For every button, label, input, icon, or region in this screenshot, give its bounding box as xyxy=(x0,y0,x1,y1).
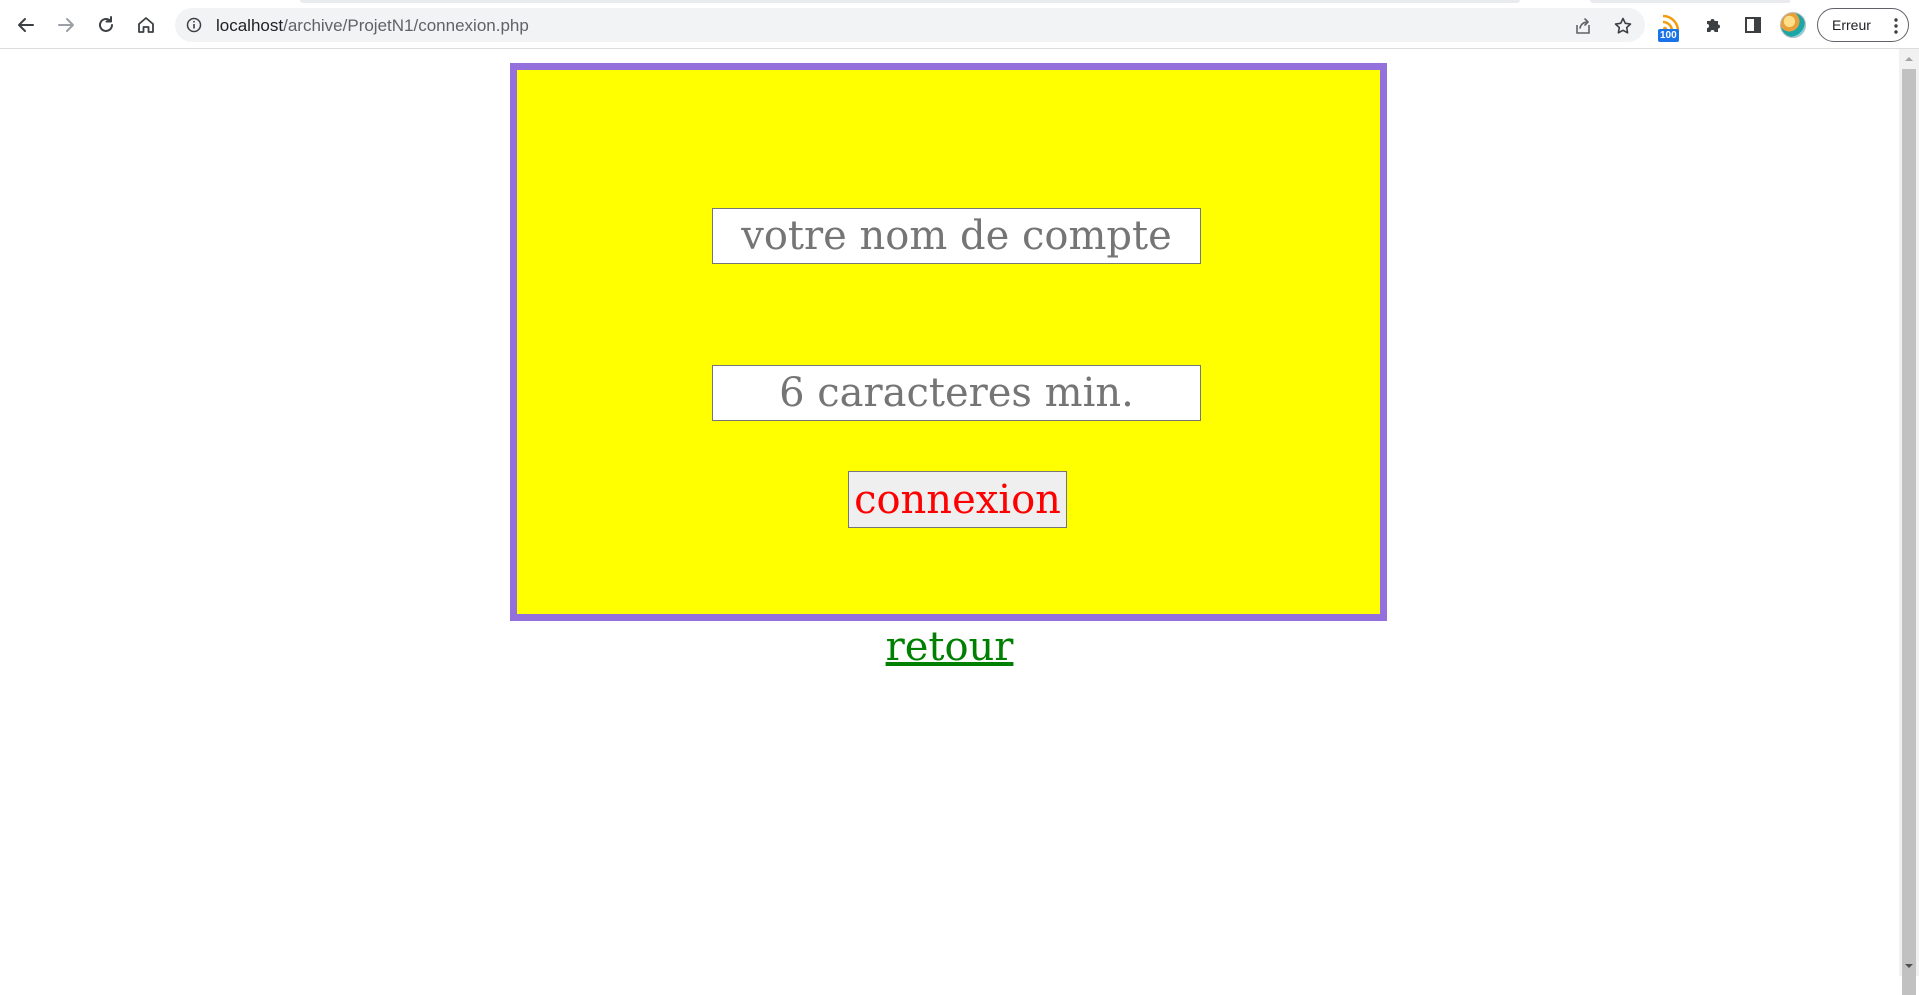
home-button[interactable] xyxy=(130,9,162,41)
scroll-up-arrow-icon[interactable] xyxy=(1904,54,1914,64)
password-input[interactable] xyxy=(712,365,1201,421)
login-form-box: connexion xyxy=(510,63,1387,621)
forward-button[interactable] xyxy=(50,9,82,41)
url-host: localhost xyxy=(216,16,284,35)
tab-strip-edge xyxy=(300,0,1520,3)
connexion-button[interactable]: connexion xyxy=(848,471,1067,528)
profile-chip-label: Erreur xyxy=(1832,17,1871,33)
profile-error-chip[interactable]: Erreur xyxy=(1817,8,1909,42)
bookmark-button[interactable] xyxy=(1612,15,1634,37)
scrollbar-thumb[interactable] xyxy=(1902,69,1916,995)
url-text[interactable]: localhost/archive/ProjetN1/connexion.php xyxy=(216,16,529,36)
scroll-down-arrow-icon[interactable] xyxy=(1904,961,1914,971)
side-panel-icon xyxy=(1745,17,1761,33)
reload-button[interactable] xyxy=(90,9,122,41)
share-icon xyxy=(1576,18,1590,34)
forward-arrow-icon xyxy=(58,18,74,32)
share-button[interactable] xyxy=(1572,15,1594,37)
info-icon[interactable] xyxy=(186,17,202,33)
browser-toolbar: localhost/archive/ProjetN1/connexion.php… xyxy=(0,0,1919,49)
side-panel-button[interactable] xyxy=(1737,9,1769,41)
home-icon xyxy=(138,17,154,33)
puzzle-icon xyxy=(1707,19,1720,32)
page-content: connexion retour xyxy=(0,49,1899,976)
tab-strip-edge-right xyxy=(1590,0,1790,3)
scrollbar[interactable] xyxy=(1899,49,1919,995)
url-path: /archive/ProjetN1/connexion.php xyxy=(283,16,529,35)
username-input[interactable] xyxy=(712,208,1201,264)
star-icon xyxy=(1614,17,1632,34)
back-link-container: retour xyxy=(0,621,1899,673)
reload-icon xyxy=(99,16,113,32)
extension-badge: 100 xyxy=(1658,29,1679,42)
extensions-button[interactable] xyxy=(1697,9,1729,41)
rss-extension-button[interactable]: 100 xyxy=(1658,13,1684,43)
back-link[interactable]: retour xyxy=(886,624,1014,670)
kebab-menu-icon[interactable] xyxy=(1894,18,1898,34)
back-arrow-icon xyxy=(18,18,34,32)
address-bar[interactable]: localhost/archive/ProjetN1/connexion.php xyxy=(175,8,1645,42)
avatar[interactable] xyxy=(1780,12,1806,38)
back-button[interactable] xyxy=(10,9,42,41)
